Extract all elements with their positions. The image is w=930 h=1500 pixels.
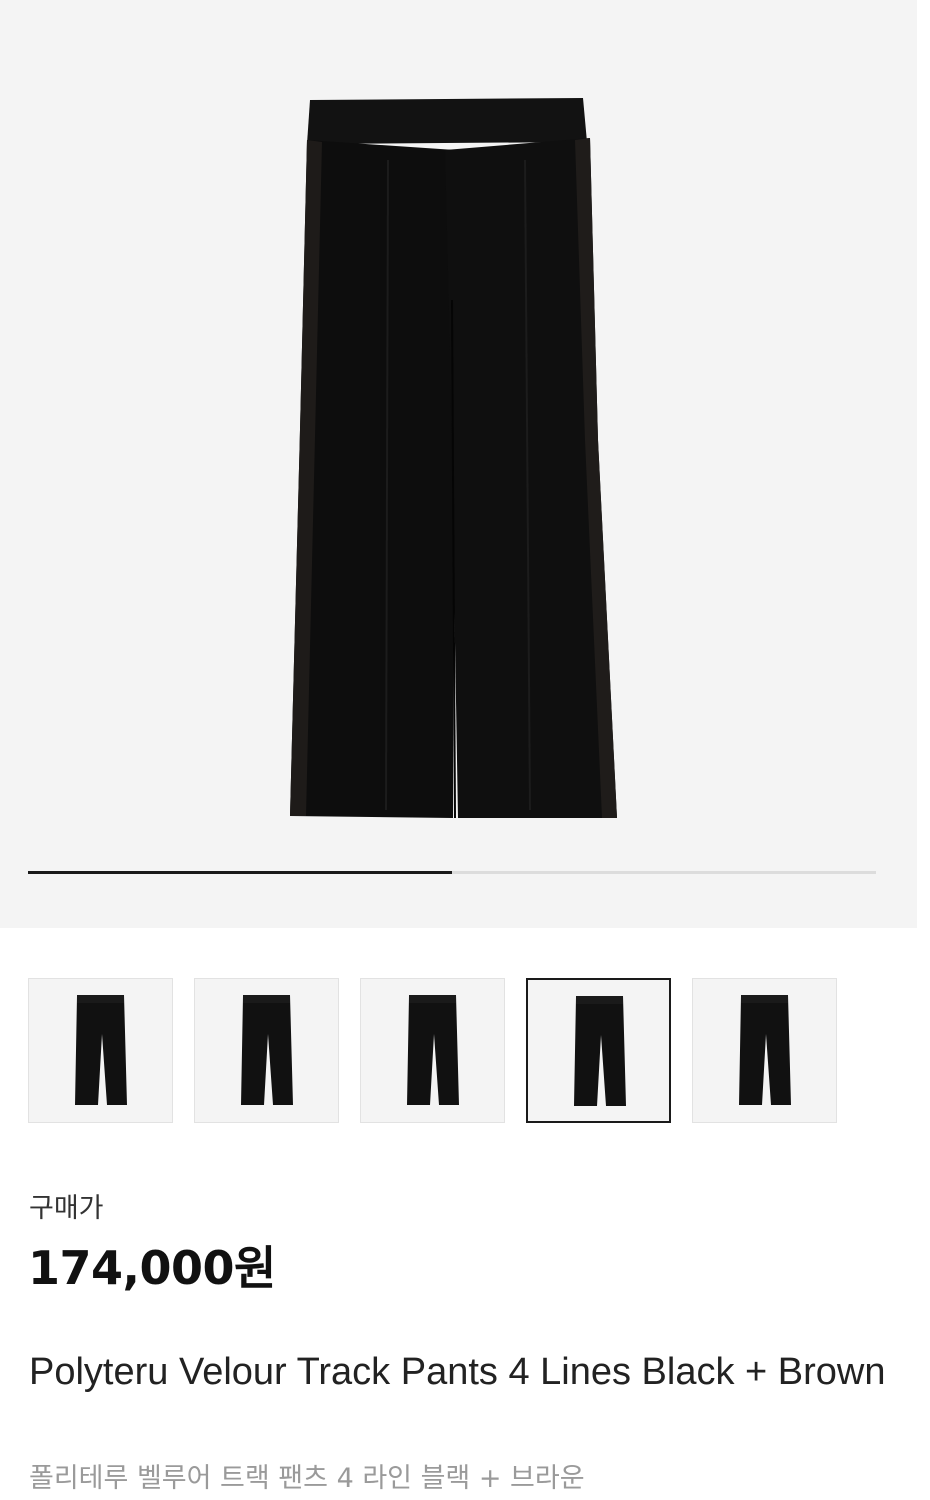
product-subtitle: 폴리테루 벨루어 트랙 팬츠 4 라인 블랙 + 브라운 bbox=[29, 1463, 585, 1494]
pants-product-photo[interactable] bbox=[0, 0, 917, 928]
pants-thumbnail-icon bbox=[241, 995, 293, 1105]
product-title: Polyteru Velour Track Pants 4 Lines Blac… bbox=[29, 1351, 886, 1393]
page-edge bbox=[917, 0, 930, 1500]
product-image-gallery[interactable] bbox=[0, 0, 917, 928]
thumbnail-2[interactable] bbox=[194, 978, 339, 1123]
pants-thumbnail-icon bbox=[75, 995, 127, 1105]
thumbnail-strip bbox=[28, 978, 837, 1124]
price-label: 구매가 bbox=[29, 1193, 104, 1224]
pants-thumbnail-icon bbox=[739, 995, 791, 1105]
price-value: 174,000원 bbox=[28, 1241, 276, 1295]
thumbnail-3[interactable] bbox=[360, 978, 505, 1123]
pants-thumbnail-icon bbox=[574, 996, 626, 1106]
thumbnail-4[interactable] bbox=[526, 978, 671, 1123]
gallery-progress-fill bbox=[28, 871, 452, 874]
thumbnail-5[interactable] bbox=[692, 978, 837, 1123]
gallery-progress-bar bbox=[28, 871, 876, 874]
pants-thumbnail-icon bbox=[407, 995, 459, 1105]
thumbnail-1[interactable] bbox=[28, 978, 173, 1123]
